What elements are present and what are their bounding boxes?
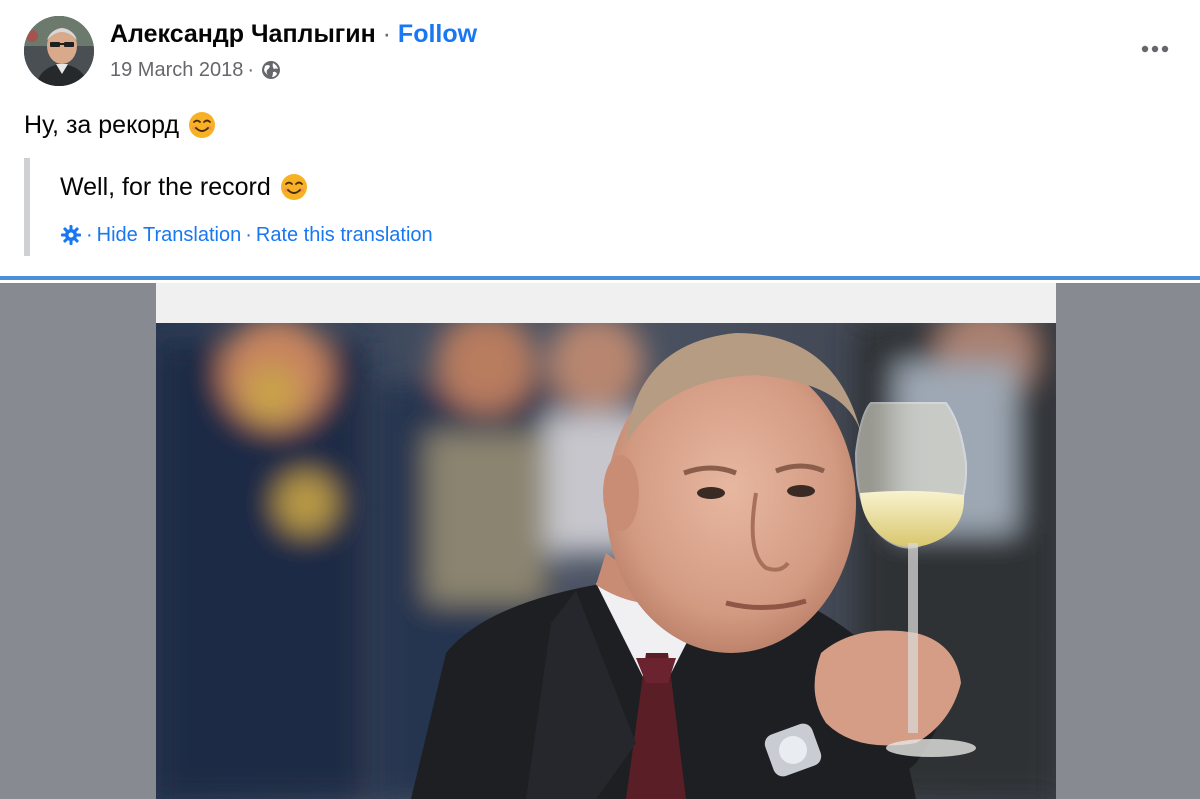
post-media[interactable] — [0, 283, 1200, 799]
post-photo[interactable] — [156, 323, 1056, 799]
meta-separator: · — [247, 59, 255, 81]
translation-block: Well, for the record · Hide Translation … — [24, 158, 590, 256]
facebook-post: Александр Чаплыгин · Follow 19 March 201… — [0, 0, 1200, 799]
avatar-image — [24, 16, 94, 86]
rate-translation-link[interactable]: Rate this translation — [256, 222, 433, 248]
translated-text: Well, for the record — [60, 173, 271, 201]
post-date[interactable]: 19 March 2018 — [110, 56, 243, 84]
translation-text: Well, for the record — [60, 170, 309, 204]
photo-frame — [156, 283, 1056, 799]
translation-actions: · Hide Translation · Rate this translati… — [60, 222, 433, 248]
hide-translation-link[interactable]: Hide Translation — [97, 222, 242, 248]
follow-button[interactable]: Follow — [398, 20, 477, 48]
name-follow-separator: · — [382, 20, 391, 48]
section-divider — [0, 276, 1200, 280]
translation-separator: · — [86, 224, 93, 246]
author-line: Александр Чаплыгин · Follow — [110, 18, 477, 50]
author-name[interactable]: Александр Чаплыгин — [110, 20, 376, 48]
more-options-icon[interactable] — [1138, 34, 1172, 64]
post-meta: 19 March 2018 · — [110, 56, 282, 84]
gear-icon[interactable] — [60, 224, 82, 246]
smiling-face-emoji — [187, 110, 217, 140]
smiling-face-emoji — [279, 172, 309, 202]
post-text: Ну, за рекорд — [24, 108, 217, 142]
translation-separator: · — [245, 224, 252, 246]
author-avatar[interactable] — [24, 16, 94, 86]
globe-icon[interactable] — [260, 59, 282, 81]
post-text-content: Ну, за рекорд — [24, 111, 180, 139]
